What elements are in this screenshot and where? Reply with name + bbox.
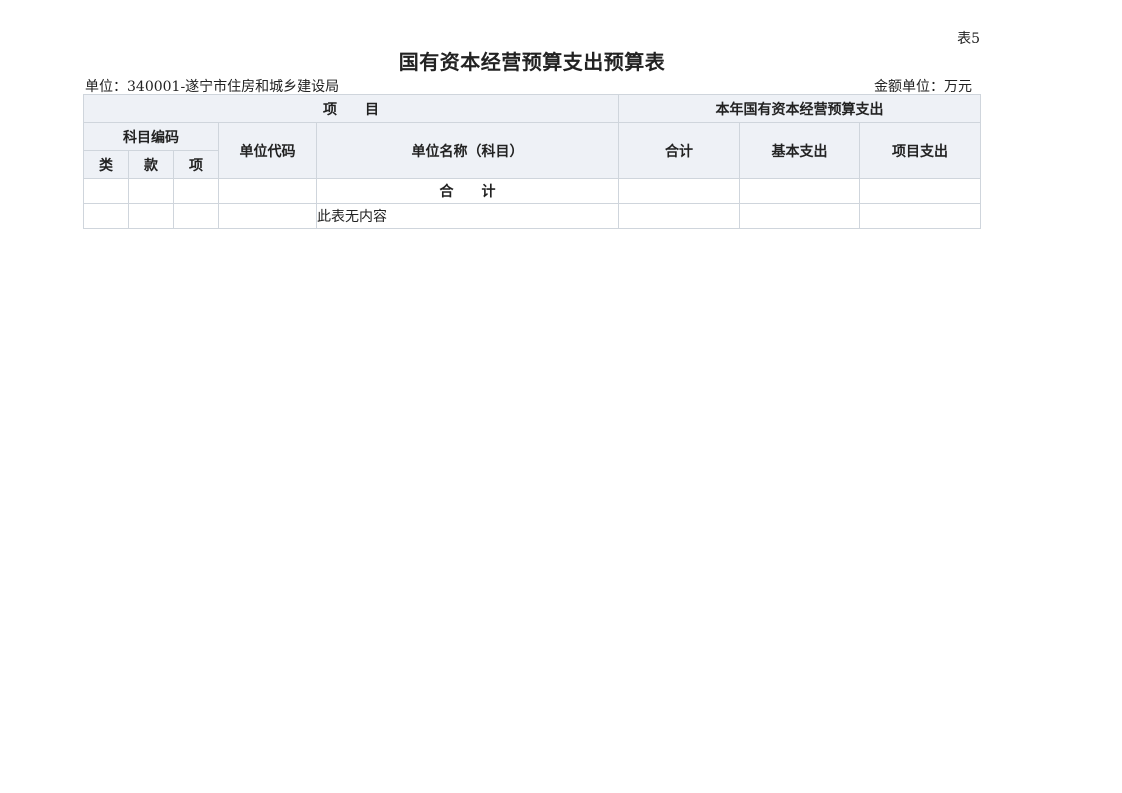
page-title: 国有资本经营预算支出预算表 bbox=[398, 50, 666, 74]
cell-class bbox=[83, 203, 129, 229]
cell-unit-code bbox=[218, 178, 317, 204]
header-basic-expense: 基本支出 bbox=[739, 122, 861, 179]
total-row: 合 计 bbox=[83, 178, 982, 204]
cell-item bbox=[173, 203, 219, 229]
cell-project bbox=[859, 178, 982, 204]
header-item: 项 bbox=[173, 150, 219, 179]
cell-item bbox=[173, 178, 219, 204]
header-class: 类 bbox=[83, 150, 129, 179]
cell-section bbox=[128, 203, 174, 229]
header-budget-group: 本年国有资本经营预算支出 bbox=[618, 94, 982, 123]
header-unit-name: 单位名称（科目） bbox=[315, 122, 620, 179]
header-section: 款 bbox=[128, 150, 174, 179]
cell-section bbox=[128, 178, 174, 204]
header-unit-code: 单位代码 bbox=[218, 122, 317, 179]
header-total: 合计 bbox=[618, 122, 741, 179]
cell-unit-code bbox=[218, 203, 317, 229]
cell-basic bbox=[739, 203, 861, 229]
header-subject-code: 科目编码 bbox=[83, 122, 219, 151]
cell-class bbox=[83, 178, 129, 204]
table-row: 此表无内容 bbox=[83, 203, 982, 229]
cell-total bbox=[618, 203, 741, 229]
amount-unit-label: 金额单位：万元 bbox=[874, 79, 972, 95]
cell-total bbox=[618, 178, 741, 204]
header-project-expense: 项目支出 bbox=[859, 122, 982, 179]
header-item-group: 项 目 bbox=[82, 94, 620, 123]
table-number: 表5 bbox=[957, 31, 980, 47]
cell-project bbox=[859, 203, 982, 229]
cell-basic bbox=[739, 178, 861, 204]
unit-label: 单位：340001-遂宁市住房和城乡建设局 bbox=[85, 79, 340, 95]
budget-table: 项 目 本年国有资本经营预算支出 科目编码 单位代码 单位名称（科目） 合计 基… bbox=[82, 94, 982, 229]
total-label: 合 计 bbox=[315, 178, 620, 204]
empty-note: 此表无内容 bbox=[315, 203, 620, 229]
